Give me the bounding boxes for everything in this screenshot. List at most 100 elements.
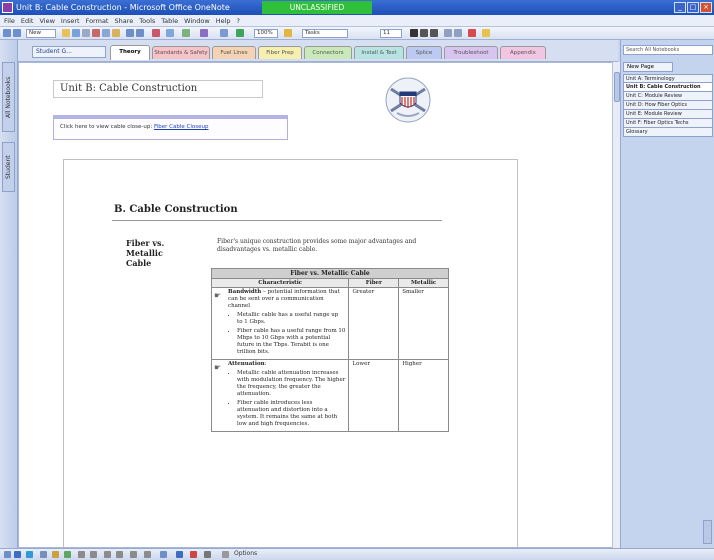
highlight-icon[interactable] [182, 29, 190, 37]
tab-appendix[interactable]: Appendix [500, 46, 546, 59]
note-text: Click here to view cable close-up: [60, 124, 153, 130]
page-icon[interactable] [166, 29, 174, 37]
page-list-scrollbar[interactable] [703, 520, 712, 544]
copy-icon[interactable] [102, 29, 110, 37]
document-printout: B. Cable Construction Fiber vs. Metallic… [63, 159, 518, 547]
eraser-icon[interactable] [40, 551, 47, 558]
print-icon[interactable] [82, 29, 90, 37]
menu-edit[interactable]: Edit [21, 15, 34, 26]
pointing-hand-icon: ☛ [214, 363, 222, 372]
options-button[interactable]: Options [234, 550, 257, 557]
cut-icon[interactable] [92, 29, 100, 37]
new-page-button[interactable]: New Page [623, 62, 673, 72]
new-page-button[interactable]: New [26, 29, 56, 38]
menu-help-question[interactable]: ? [237, 15, 240, 26]
undo-icon[interactable] [126, 29, 134, 37]
onenote-app-icon[interactable] [2, 2, 13, 13]
save-icon[interactable] [72, 29, 80, 37]
list-item: Metallic cable has a useful range up to … [237, 312, 345, 326]
characteristic-cell: ☛ Bandwidth – potential information that… [210, 287, 350, 360]
characteristic-cell: ☛ Attenuation: Metallic cable attenuatio… [210, 359, 350, 432]
page-tab-unit-c[interactable]: Unit C: Module Review [623, 92, 713, 101]
triangle-icon[interactable] [130, 551, 137, 558]
characteristic-title: Bandwidth [228, 289, 262, 295]
pen-yellow-icon[interactable] [52, 551, 59, 558]
student-notebook-tab[interactable]: Student [2, 142, 15, 192]
more-options-icon[interactable] [204, 551, 211, 558]
note-container[interactable]: Click here to view cable close-up: Fiber… [53, 115, 288, 140]
page-tab-unit-e[interactable]: Unit E: Module Review [623, 110, 713, 119]
tab-connectors[interactable]: Connectors [304, 46, 352, 59]
characteristic-description: : [264, 361, 267, 367]
pen-green-icon[interactable] [64, 551, 71, 558]
select-icon[interactable] [4, 551, 11, 558]
green-flag-icon[interactable] [236, 29, 244, 37]
tag-icon[interactable] [152, 29, 160, 37]
tab-theory[interactable]: Theory [110, 45, 150, 60]
menu-help[interactable]: Help [216, 15, 231, 26]
font-size-select[interactable]: 11 [380, 29, 402, 38]
fiber-closeup-link[interactable]: Fiber Cable Closeup [154, 124, 209, 130]
close-button[interactable]: × [700, 2, 712, 13]
menu-file[interactable]: File [4, 15, 15, 26]
characteristic-title: Attenuation [228, 361, 265, 367]
menu-view[interactable]: View [39, 15, 54, 26]
tab-troubleshoot[interactable]: Troubleshoot [444, 46, 498, 59]
tab-splice[interactable]: Splice [406, 46, 442, 59]
tab-fiber-prep[interactable]: Fiber Prep [258, 46, 302, 59]
underline-icon[interactable] [430, 29, 438, 37]
tab-install-test[interactable]: Install & Test [354, 46, 404, 59]
italic-icon[interactable] [420, 29, 428, 37]
numbering-icon[interactable] [454, 29, 462, 37]
pen-red-icon[interactable] [190, 551, 197, 558]
bullets-icon[interactable] [444, 29, 452, 37]
full-page-view-icon[interactable] [220, 29, 228, 37]
menu-tools[interactable]: Tools [139, 15, 155, 26]
paste-icon[interactable] [112, 29, 120, 37]
redo-icon[interactable] [136, 29, 144, 37]
ellipse-icon[interactable] [116, 551, 123, 558]
page-tab-unit-d[interactable]: Unit D: How Fiber Optics [623, 101, 713, 110]
open-icon[interactable] [62, 29, 70, 37]
menu-format[interactable]: Format [86, 15, 109, 26]
page-tabs-panel: Search All Notebooks New Page Unit A: Te… [620, 40, 714, 548]
menu-table[interactable]: Table [161, 15, 178, 26]
diamond-icon[interactable] [144, 551, 151, 558]
minimize-button[interactable]: _ [674, 2, 686, 13]
menu-insert[interactable]: Insert [61, 15, 80, 26]
menu-window[interactable]: Window [184, 15, 210, 26]
all-notebooks-tab[interactable]: All Notebooks [2, 62, 15, 132]
rectangle-icon[interactable] [104, 551, 111, 558]
font-color-icon[interactable] [468, 29, 476, 37]
notebook-navigation-bar: All Notebooks Student [0, 40, 18, 548]
forward-icon[interactable] [13, 29, 21, 37]
tab-standards-safety[interactable]: Standards & Safety [152, 46, 210, 59]
type-icon[interactable] [26, 551, 33, 558]
heading-divider [112, 220, 442, 221]
zoom-select[interactable]: 100% [254, 29, 278, 38]
arrow-icon[interactable] [90, 551, 97, 558]
lasso-icon[interactable] [14, 551, 21, 558]
back-icon[interactable] [3, 29, 11, 37]
page-tab-unit-f[interactable]: Unit F: Fiber Optics Techs [623, 119, 713, 128]
notebook-title[interactable]: Student G... [32, 46, 106, 58]
tags-select[interactable]: Tasks [302, 29, 348, 38]
page-tab-unit-a[interactable]: Unit A: Terminology [623, 74, 713, 83]
bold-icon[interactable] [410, 29, 418, 37]
pen-color-icon[interactable] [176, 551, 183, 558]
rotate-icon[interactable] [160, 551, 167, 558]
menu-share[interactable]: Share [114, 15, 133, 26]
page-tab-unit-b[interactable]: Unit B: Cable Construction [623, 83, 713, 92]
page-tab-glossary[interactable]: Glossary [623, 128, 713, 137]
line-icon[interactable] [78, 551, 85, 558]
tab-fuel-lines[interactable]: Fuel Lines [212, 46, 256, 59]
yellow-note-icon[interactable] [284, 29, 292, 37]
people-icon[interactable] [482, 29, 490, 37]
pen-icon[interactable] [200, 29, 208, 37]
page-scrollbar[interactable] [612, 62, 620, 548]
metallic-value-cell: Smaller [398, 287, 449, 360]
note-page[interactable]: Unit B: Cable Construction Click here to… [18, 62, 615, 548]
page-title[interactable]: Unit B: Cable Construction [53, 80, 263, 98]
maximize-button[interactable]: □ [687, 2, 699, 13]
search-input[interactable]: Search All Notebooks [623, 45, 713, 55]
